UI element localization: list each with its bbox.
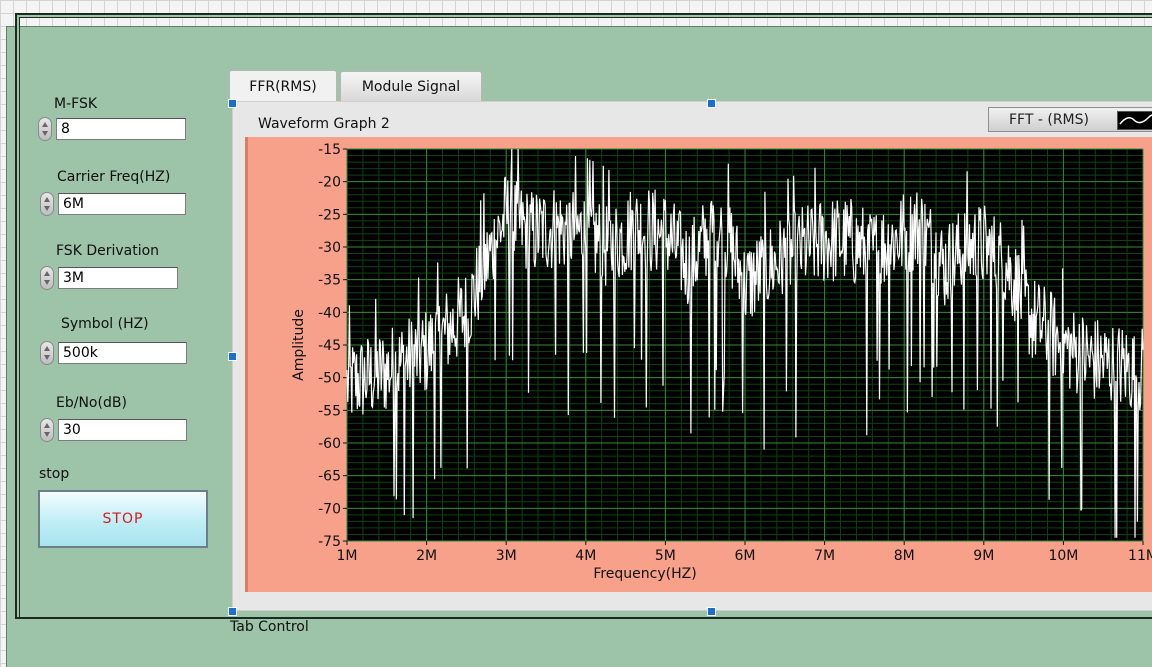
x-tick-label: 11M [1128, 548, 1152, 564]
x-tick-label: 5M [655, 548, 676, 564]
symbol-spin-icon[interactable] [40, 341, 54, 365]
symbol-label: Symbol (HZ) [61, 316, 149, 332]
y-tick-label: -20 [318, 175, 341, 191]
plot-legend[interactable]: FFT - (RMS) [988, 107, 1152, 132]
carrier-freq-label: Carrier Freq(HZ) [57, 169, 171, 185]
graph-title: Waveform Graph 2 [258, 116, 390, 132]
legend-line-icon [1117, 111, 1152, 130]
x-tick-label: 10M [1048, 548, 1078, 564]
carrier-freq-spin-icon[interactable] [40, 192, 54, 216]
selection-handle[interactable] [228, 99, 237, 108]
stop-button[interactable]: STOP [38, 490, 208, 548]
x-tick-label: 6M [735, 548, 756, 564]
y-tick-label: -60 [318, 436, 341, 452]
m-fsk-field[interactable]: 8 [56, 118, 186, 140]
tab-module-signal[interactable]: Module Signal [340, 71, 482, 101]
x-tick-label: 3M [496, 548, 517, 564]
fsk-derivation-label: FSK Derivation [56, 243, 160, 259]
x-tick-label: 4M [575, 548, 596, 564]
x-tick-label: 8M [894, 548, 915, 564]
m-fsk-spin-icon[interactable] [38, 117, 52, 141]
tab-control-label: Tab Control [230, 619, 309, 635]
symbol-field[interactable]: 500k [58, 342, 187, 364]
waveform-plot[interactable]: 1M 2M 3M 4M 5M 6M 7M 8M 9M 10M 11M -15 -20 -25 -30 -35 -… [248, 137, 1152, 592]
y-tick-label: -75 [318, 534, 341, 550]
y-tick-label: -50 [318, 371, 341, 387]
y-tick-label: -70 [318, 501, 341, 517]
x-tick-label: 7M [814, 548, 835, 564]
selection-handle[interactable] [707, 607, 716, 616]
y-tick-label: -40 [318, 305, 341, 321]
m-fsk-label: M-FSK [54, 96, 98, 112]
waveform-graph: 1M 2M 3M 4M 5M 6M 7M 8M 9M 10M 11M -15 -20 -25 -30 -35 -… [245, 137, 1152, 592]
tab-ffr-rms[interactable]: FFR(RMS) [229, 70, 337, 103]
eb-no-label: Eb/No(dB) [56, 395, 127, 411]
y-tick-label: -65 [318, 469, 341, 485]
selection-handle[interactable] [707, 99, 716, 108]
y-tick-label: -30 [318, 240, 341, 256]
y-tick-label: -55 [318, 403, 341, 419]
y-tick-label: -45 [318, 338, 341, 354]
x-tick-label: 9M [973, 548, 994, 564]
x-tick-label: 1M [337, 548, 358, 564]
stop-label: stop [39, 466, 70, 482]
selection-handle[interactable] [228, 607, 237, 616]
selection-handle[interactable] [228, 352, 237, 361]
x-tick-label: 2M [416, 548, 437, 564]
fsk-derivation-field[interactable]: 3M [58, 267, 178, 289]
y-tick-label: -25 [318, 207, 341, 223]
eb-no-field[interactable]: 30 [58, 419, 187, 441]
legend-label: FFT - (RMS) [1009, 111, 1089, 128]
y-tick-label: -15 [318, 142, 341, 158]
x-axis-label: Frequency(HZ) [593, 566, 696, 582]
y-tick-label: -35 [318, 273, 341, 289]
fsk-derivation-spin-icon[interactable] [40, 266, 54, 290]
carrier-freq-field[interactable]: 6M [58, 193, 186, 215]
eb-no-spin-icon[interactable] [40, 418, 54, 442]
y-axis-label: Amplitude [291, 309, 307, 381]
